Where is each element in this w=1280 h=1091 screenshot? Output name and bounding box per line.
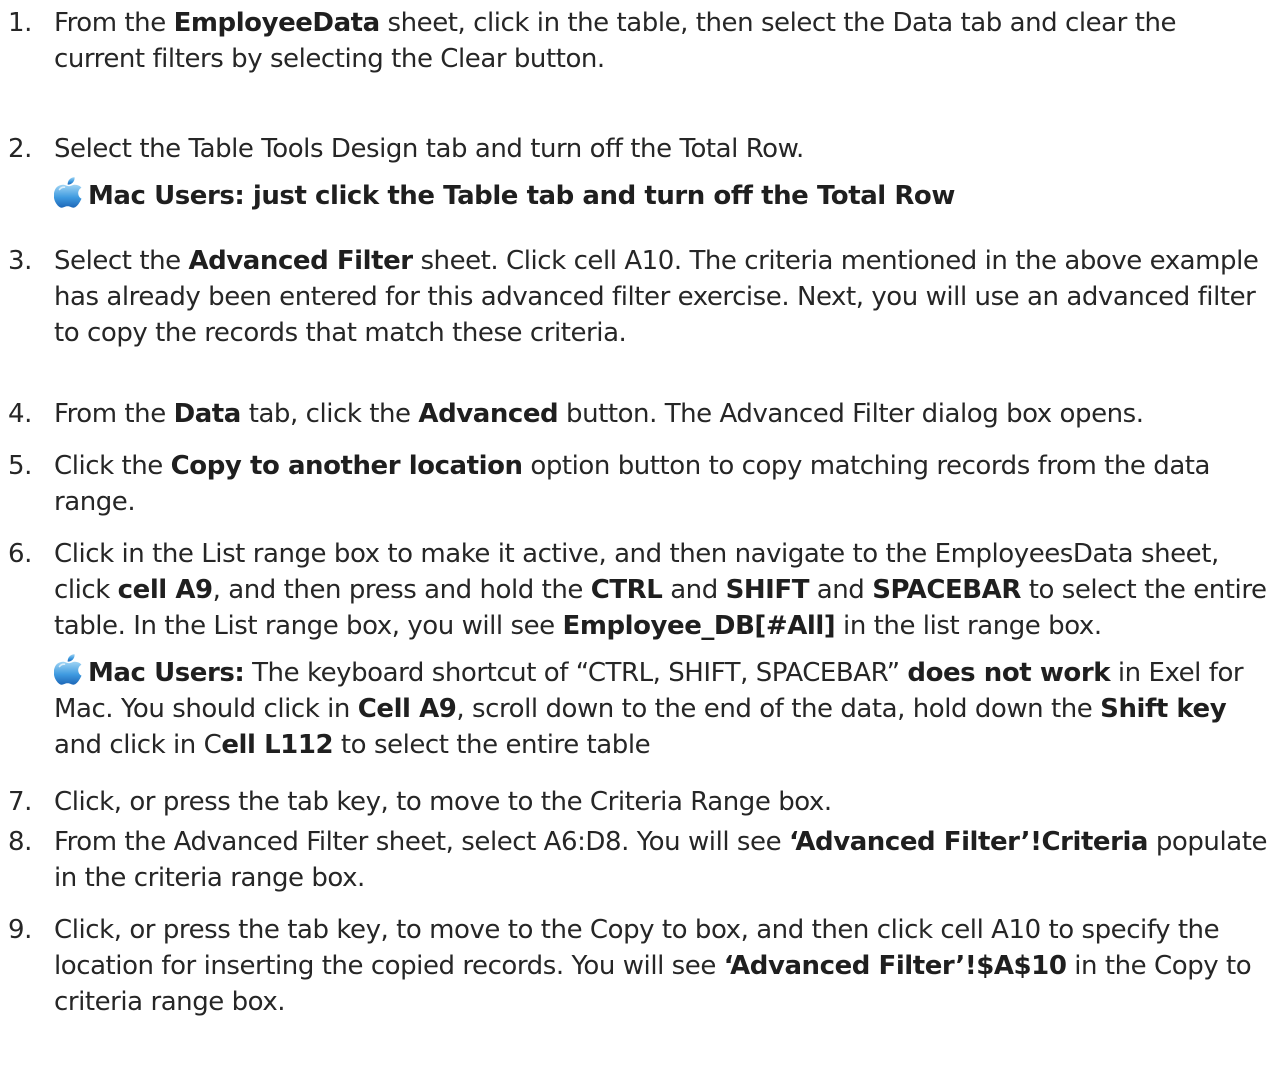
step-paragraph: Click the Copy to another location optio… bbox=[54, 448, 1268, 520]
step-5: 5. Click the Copy to another location opt… bbox=[0, 448, 1268, 520]
text-run: The keyboard shortcut of “CTRL, SHIFT, S… bbox=[244, 658, 908, 688]
step-text: Select the Advanced Filter sheet. Click … bbox=[54, 243, 1268, 351]
text-run: to select the entire table bbox=[333, 730, 651, 760]
mac-users-note: Mac Users: just click the Table tab and … bbox=[53, 176, 1268, 214]
bold-text: Cell A9 bbox=[357, 694, 457, 724]
step-number: 8. bbox=[8, 827, 32, 857]
step-text: Click, or press the tab key, to move to … bbox=[54, 912, 1268, 1020]
text-run: From the bbox=[54, 399, 174, 429]
step-6: 6. Click in the List range box to make it… bbox=[0, 536, 1268, 763]
text-run: and bbox=[662, 575, 726, 605]
step-text: From the Advanced Filter sheet, select A… bbox=[54, 824, 1268, 896]
step-paragraph: From the EmployeeData sheet, click in th… bbox=[54, 5, 1268, 77]
step-2: 2. Select the Table Tools Design tab and … bbox=[0, 131, 1268, 214]
text-run: in the list range box. bbox=[835, 611, 1102, 641]
step-number: 9. bbox=[8, 915, 32, 945]
bold-text: Copy to another location bbox=[170, 451, 523, 481]
bold-text: ‘Advanced Filter’!$A$10 bbox=[723, 951, 1067, 981]
bold-text: SPACEBAR bbox=[872, 575, 1021, 605]
step-text: Select the Table Tools Design tab and tu… bbox=[53, 131, 1268, 214]
bold-text: cell A9 bbox=[117, 575, 213, 605]
text-run: Select the bbox=[54, 246, 189, 276]
bold-text: Shift key bbox=[1100, 694, 1227, 724]
bold-text: CTRL bbox=[590, 575, 663, 605]
step-3: 3. Select the Advanced Filter sheet. Clic… bbox=[0, 243, 1268, 351]
step-paragraph: Click in the List range box to make it a… bbox=[54, 536, 1268, 644]
step-paragraph: Select the Table Tools Design tab and tu… bbox=[54, 131, 1268, 167]
apple-icon bbox=[53, 653, 84, 685]
step-text: From the Data tab, click the Advanced bu… bbox=[54, 396, 1268, 432]
step-paragraph: Click, or press the tab key, to move to … bbox=[54, 784, 1268, 820]
bold-text: Advanced Filter bbox=[188, 246, 413, 276]
text-run: , and then press and hold the bbox=[212, 575, 591, 605]
step-number: 5. bbox=[8, 451, 32, 481]
text-run: tab, click the bbox=[240, 399, 419, 429]
bold-text: Data bbox=[173, 399, 242, 429]
text-run: From the bbox=[54, 8, 174, 38]
text-run: and bbox=[808, 575, 873, 605]
step-4: 4. From the Data tab, click the Advanced … bbox=[0, 396, 1268, 432]
step-number: 1. bbox=[8, 8, 32, 38]
bold-text: Mac Users: just click the Table tab and … bbox=[88, 181, 955, 211]
step-paragraph: Click, or press the tab key, to move to … bbox=[54, 912, 1268, 1020]
bold-text: SHIFT bbox=[725, 575, 810, 605]
step-7: 7. Click, or press the tab key, to move t… bbox=[0, 784, 1268, 820]
step-1: 1. From the EmployeeData sheet, click in … bbox=[0, 5, 1268, 77]
apple-icon bbox=[53, 176, 84, 208]
bold-text: ell L112 bbox=[221, 730, 334, 760]
step-paragraph: From the Advanced Filter sheet, select A… bbox=[54, 824, 1268, 896]
text-run: , scroll down to the end of the data, ho… bbox=[456, 694, 1101, 724]
bold-text: ‘Advanced Filter’!Criteria bbox=[788, 827, 1149, 857]
mac-users-note: Mac Users: The keyboard shortcut of “CTR… bbox=[53, 653, 1268, 763]
text-run: From the Advanced Filter sheet, select A… bbox=[54, 827, 789, 857]
text-run: and click in C bbox=[54, 730, 222, 760]
bold-text: Employee_DB[#All] bbox=[562, 611, 836, 641]
text-run: Select the Table Tools Design tab and tu… bbox=[54, 134, 804, 164]
step-8: 8. From the Advanced Filter sheet, select… bbox=[0, 824, 1268, 896]
instructions-document: 1. From the EmployeeData sheet, click in … bbox=[0, 0, 1280, 1091]
step-number: 7. bbox=[8, 787, 32, 817]
step-text: Click the Copy to another location optio… bbox=[54, 448, 1268, 520]
text-run: button. The Advanced Filter dialog box o… bbox=[558, 399, 1144, 429]
step-9: 9. Click, or press the tab key, to move t… bbox=[0, 912, 1268, 1020]
bold-text: EmployeeData bbox=[173, 8, 381, 38]
step-number: 6. bbox=[8, 539, 32, 569]
step-number: 4. bbox=[8, 399, 32, 429]
step-number: 3. bbox=[8, 246, 32, 276]
step-number: 2. bbox=[8, 134, 32, 164]
step-text: Click, or press the tab key, to move to … bbox=[54, 784, 1268, 820]
step-text: From the EmployeeData sheet, click in th… bbox=[54, 5, 1268, 77]
step-text: Click in the List range box to make it a… bbox=[53, 536, 1268, 763]
bold-text: does not work bbox=[907, 658, 1111, 688]
bold-text: Mac Users: bbox=[88, 658, 245, 688]
step-paragraph: From the Data tab, click the Advanced bu… bbox=[54, 396, 1268, 432]
bold-text: Advanced bbox=[418, 399, 559, 429]
text-run: Click the bbox=[54, 451, 171, 481]
step-paragraph: Select the Advanced Filter sheet. Click … bbox=[54, 243, 1268, 351]
text-run: Click, or press the tab key, to move to … bbox=[54, 787, 832, 817]
